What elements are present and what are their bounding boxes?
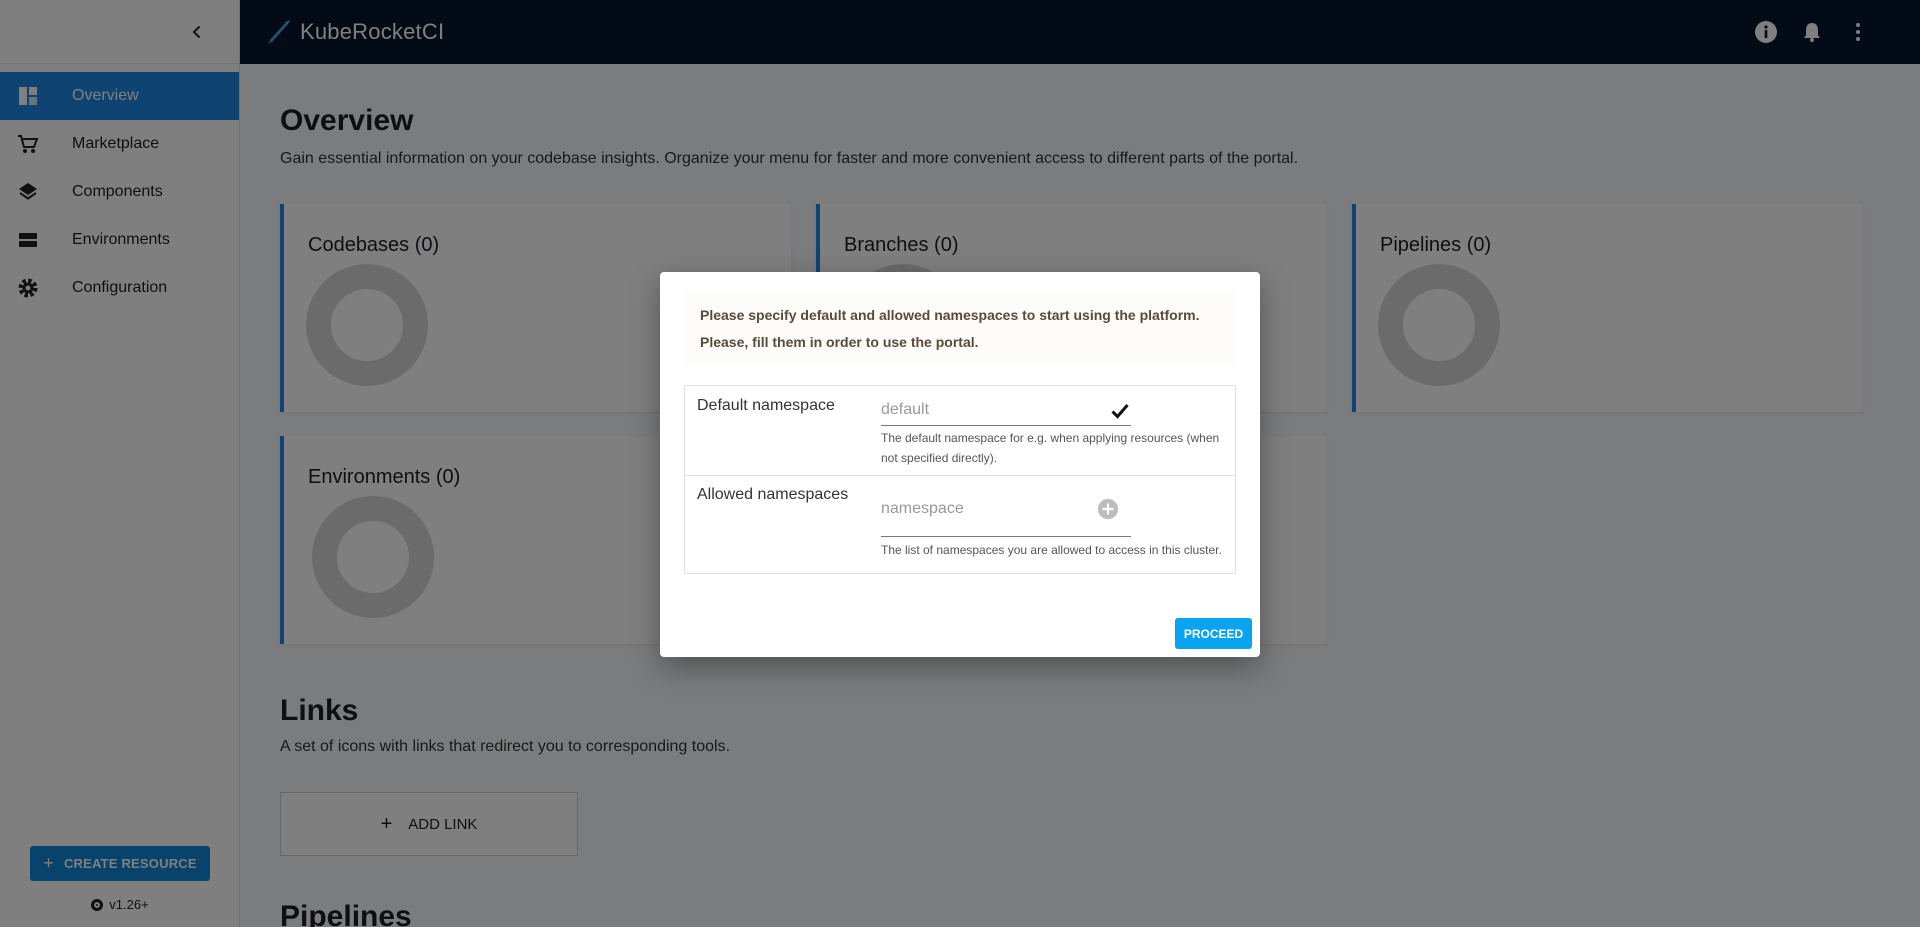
notice-line-1: Please specify default and allowed names… [700,307,1200,323]
add-namespace-button[interactable] [1097,498,1119,520]
default-namespace-value: default [881,401,930,418]
proceed-button[interactable]: PROCEED [1175,618,1252,649]
allowed-namespaces-row: Allowed namespaces namespace The list of… [685,476,1235,573]
check-icon [1111,404,1129,419]
allowed-namespaces-input[interactable]: namespace [881,492,1131,537]
namespace-form: Default namespace default The default na… [684,385,1236,574]
default-namespace-label: Default namespace [697,397,835,414]
confirm-default-namespace-button[interactable] [1109,400,1131,422]
allowed-namespaces-label: Allowed namespaces [697,486,849,503]
notice-line-2: Please, fill them in order to use the po… [700,334,979,350]
namespace-setup-dialog: Please specify default and allowed names… [660,272,1260,657]
default-namespace-row: Default namespace default The default na… [685,386,1235,476]
allowed-namespaces-placeholder: namespace [881,500,964,517]
default-namespace-field[interactable]: default [881,396,1131,426]
default-namespace-helper: The default namespace for e.g. when appl… [881,431,1220,465]
dialog-notice: Please specify default and allowed names… [684,292,1236,364]
allowed-namespaces-helper: The list of namespaces you are allowed t… [881,543,1222,557]
add-circle-icon [1097,498,1119,520]
